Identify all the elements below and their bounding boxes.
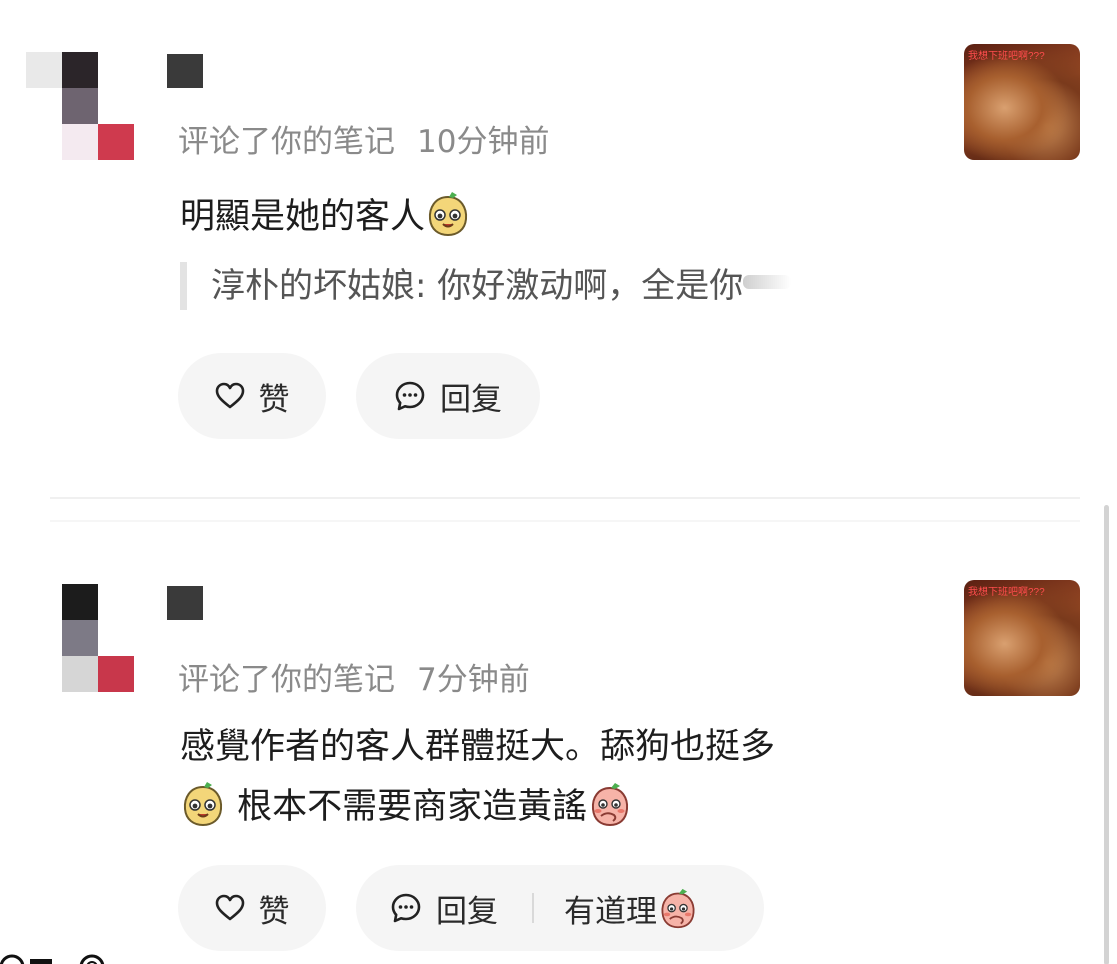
username-redacted[interactable] — [167, 54, 203, 88]
like-label: 赞 — [258, 893, 290, 930]
notification-page: 评论了你的笔记 10分钟前 明顯是她的客人 淳朴的坏姑娘: 你好激动啊，全是你 赞 — [0, 0, 1117, 964]
comment-body: 根本不需要商家造黃謠 — [237, 787, 588, 827]
separator — [532, 893, 534, 923]
like-button[interactable]: 赞 — [178, 353, 326, 439]
blushing-peach-emoji — [592, 783, 629, 827]
like-button[interactable]: 赞 — [178, 865, 326, 951]
note-thumbnail[interactable]: 我想下班吧啊??? — [964, 44, 1080, 160]
comment-line: 感覺作者的客人群體挺大。舔狗也挺多 — [180, 727, 776, 767]
reply-label[interactable]: 回复 — [436, 886, 498, 931]
truncation-fade — [743, 275, 792, 289]
reply-label: 回复 — [440, 381, 502, 418]
chat-bubble-icon — [394, 380, 426, 412]
action-text: 评论了你的笔记 — [178, 124, 395, 160]
divider — [50, 520, 1080, 522]
quote-author: 淳朴的坏姑娘 — [211, 266, 415, 306]
comment-line: 根本不需要商家造黃謠 — [180, 777, 775, 837]
comment-text: 感覺作者的客人群體挺大。舔狗也挺多 根本不需要商家造黃謠 — [180, 717, 775, 837]
avatar[interactable] — [26, 584, 136, 694]
cropped-bottom-content — [0, 946, 110, 964]
heart-outline-icon — [215, 894, 245, 922]
notification-meta: 评论了你的笔记 7分钟前 — [178, 654, 530, 699]
divider — [50, 497, 1080, 499]
action-text: 评论了你的笔记 — [178, 662, 395, 698]
comment-text: 明顯是她的客人 — [180, 187, 471, 247]
timestamp: 7分钟前 — [417, 662, 530, 698]
grinning-bean-emoji — [183, 782, 223, 827]
grinning-bean-emoji — [428, 192, 468, 237]
quick-reply-button[interactable]: 有道理 — [564, 886, 699, 931]
quoted-comment[interactable]: 淳朴的坏姑娘: 你好激动啊，全是你 — [180, 262, 792, 310]
reply-button[interactable]: 回复 — [356, 353, 540, 439]
timestamp: 10分钟前 — [417, 124, 550, 160]
username-redacted[interactable] — [167, 586, 203, 620]
quick-reply-label: 有道理 — [564, 893, 657, 930]
heart-outline-icon — [215, 382, 245, 410]
notification-meta: 评论了你的笔记 10分钟前 — [178, 116, 549, 161]
reply-button-group[interactable]: 回复 有道理 — [356, 865, 764, 951]
blushing-peach-emoji — [661, 888, 695, 928]
chat-bubble-icon — [390, 892, 422, 924]
thumbnail-caption: 我想下班吧啊??? — [968, 587, 1045, 598]
comment-body: 明顯是她的客人 — [180, 197, 426, 237]
note-thumbnail[interactable]: 我想下班吧啊??? — [964, 580, 1080, 696]
thumbnail-caption: 我想下班吧啊??? — [968, 51, 1045, 62]
avatar[interactable] — [26, 52, 136, 162]
quote-text: 你好激动啊，全是你 — [437, 266, 744, 306]
scrollbar[interactable] — [1104, 505, 1109, 964]
cropped-icons — [0, 954, 105, 964]
like-label: 赞 — [258, 381, 290, 418]
